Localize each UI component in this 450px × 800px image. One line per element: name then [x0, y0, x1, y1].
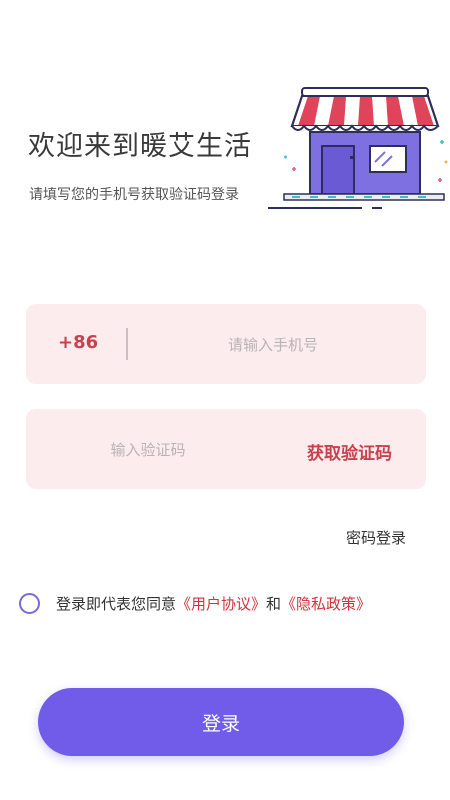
- agreement-radio[interactable]: [19, 592, 40, 614]
- password-login-link[interactable]: 密码登录: [346, 527, 406, 548]
- user-agreement-link[interactable]: 《用户协议》: [176, 593, 266, 614]
- phone-field: +86: [26, 304, 426, 386]
- agreement-row: 登录即代表您同意 《用户协议》 和 《隐私政策》: [19, 590, 439, 616]
- privacy-policy-link[interactable]: 《隐私政策》: [281, 593, 371, 614]
- verification-code-field: 获取验证码: [26, 409, 426, 491]
- phone-input[interactable]: [136, 304, 410, 386]
- verification-code-input[interactable]: [46, 409, 250, 491]
- storefront-illustration: [268, 87, 448, 209]
- agreement-connector: 和: [266, 594, 282, 613]
- agreement-prefix: 登录即代表您同意: [56, 594, 177, 613]
- login-page: 欢迎来到暖艾生活 请填写您的手机号获取验证码登录 +86 请输入手机号 输入验证…: [0, 0, 450, 800]
- login-button[interactable]: 登录: [38, 688, 404, 756]
- field-divider: [126, 328, 128, 360]
- country-code[interactable]: +86: [58, 332, 98, 353]
- page-subtitle: 请填写您的手机号获取验证码登录: [29, 187, 239, 203]
- page-title: 欢迎来到暖艾生活: [28, 131, 252, 162]
- get-code-button[interactable]: 获取验证码: [307, 439, 392, 464]
